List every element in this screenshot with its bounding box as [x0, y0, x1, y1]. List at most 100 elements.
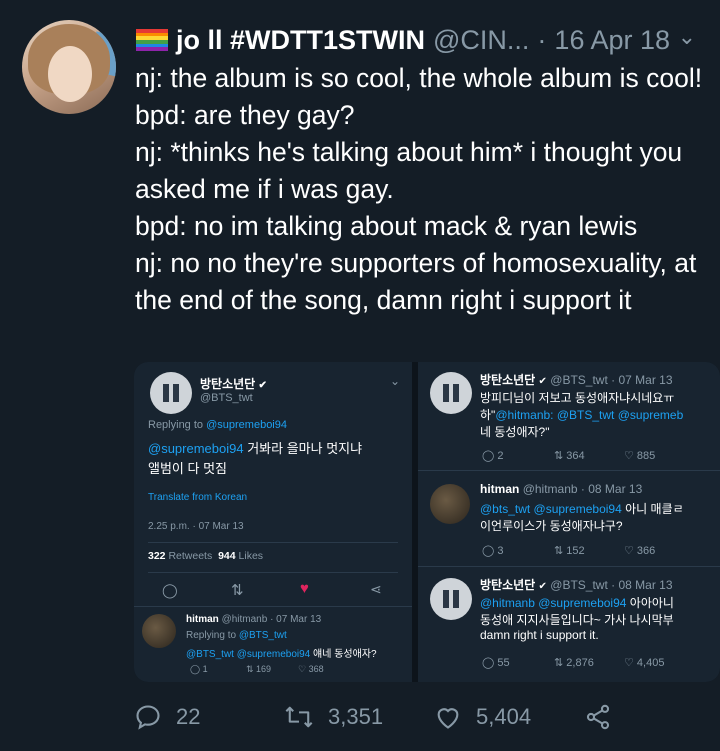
mention-link: @supremeboi94: [148, 441, 244, 456]
retweets-count: 322: [148, 550, 166, 562]
left-replying: Replying to @supremeboi94: [148, 419, 287, 431]
replying-prefix: Replying to: [148, 419, 204, 431]
tweet: jo ll #WDTT1STWIN @CIN... · 16 Apr 18 ⌄ …: [0, 0, 720, 751]
t2-header: hitman @hitmanb · 08 Mar 13: [480, 482, 642, 496]
reply-count: 1: [202, 664, 208, 674]
likes-label: Likes: [238, 550, 264, 562]
like-button[interactable]: 5,404: [434, 703, 584, 731]
left-timestamp: 2.25 p.m. · 07 Mar 13: [148, 521, 244, 532]
verified-badge-icon: ✔: [258, 380, 267, 391]
t3-retweets: ⇅ 2,876: [554, 657, 594, 669]
t1-likes: ♡ 885: [624, 450, 656, 462]
chevron-down-icon: ⌄: [389, 374, 400, 388]
divider: [418, 470, 720, 471]
t1-line2-prefix: 하": [480, 408, 496, 422]
t3-meta: @BTS_twt · 08 Mar 13: [550, 578, 673, 592]
retweet-count: 152: [566, 545, 585, 557]
t3-name: 방탄소년단: [480, 578, 536, 592]
divider: [148, 542, 398, 543]
body-line: nj: *thinks he's talking about him* i th…: [135, 137, 683, 204]
divider: [134, 606, 412, 607]
divider: [418, 566, 720, 567]
reply-count: 3: [497, 545, 504, 557]
t1-replies: ◯ 2: [482, 450, 504, 462]
retweet-count: 2,876: [566, 657, 594, 669]
left-tweet-name: 방탄소년단 ✔: [200, 375, 267, 392]
t1-line3: 네 동성애자?": [480, 425, 550, 439]
avatar-face: [48, 46, 92, 102]
bts-logo-icon: [430, 578, 472, 620]
t2-replies: ◯ 3: [482, 545, 504, 557]
like-count: 5,404: [476, 704, 532, 729]
t3-mentions: @hitmanb @supremeboi94: [480, 596, 627, 610]
heart-icon: [437, 708, 459, 729]
reply-mentions: @BTS_twt @supremeboi94: [186, 649, 311, 660]
reply-text-body: 얘네 동성애자?: [313, 649, 377, 660]
like-count: 366: [636, 545, 656, 557]
left-name-text: 방탄소년단: [200, 377, 256, 391]
body-line: bpd: no im talking about mack & ryan lew…: [135, 211, 638, 241]
retweet-count: 364: [566, 450, 585, 462]
hitman-avatar: [142, 614, 176, 648]
body-line: nj: the album is so cool, the whole albu…: [135, 63, 703, 93]
reply-count: 55: [497, 657, 510, 669]
t2-mentions: @bts_twt @supremeboi94: [480, 502, 622, 516]
reply-stats: ◯ 1 ⇅ 169 ♡ 368: [190, 664, 324, 675]
retweet-icon: ⇅: [231, 582, 244, 599]
translate-link: Translate from Korean: [148, 492, 248, 503]
reply-button[interactable]: 22: [134, 703, 284, 731]
tweet-date[interactable]: 16 Apr 18: [554, 25, 670, 56]
t1-mentions: @hitmanb: @BTS_twt @supremeb: [495, 408, 684, 422]
t1-meta: @BTS_twt · 07 Mar 13: [550, 373, 673, 387]
likes-count: 944: [218, 550, 236, 562]
t3-stats: ◯ 55 ⇅ 2,876 ♡ 4,405: [482, 656, 664, 669]
rainbow-flag-icon: [136, 29, 168, 52]
t3-line2: 동성애 지지사들입니다~ 가사 나시막부: [480, 613, 674, 627]
reply-handle: @hitmanb · 07 Mar 13: [221, 614, 322, 625]
t3-line1: @hitmanb @supremeboi94 아아아니: [480, 594, 674, 611]
t1-line2: 하"@hitmanb: @BTS_twt @supremeb: [480, 406, 683, 423]
bts-logo-icon: [150, 372, 192, 414]
media-image-left: 방탄소년단 ✔ @BTS_twt ⌄ Replying to @supremeb…: [134, 362, 412, 682]
t2-likes: ♡ 366: [624, 545, 656, 557]
like-count: 4,405: [636, 657, 665, 669]
t2-retweets: ⇅ 152: [554, 545, 585, 557]
author-name[interactable]: jo ll #WDTT1STWIN: [176, 25, 425, 56]
reply-count: 2: [497, 450, 504, 462]
chevron-down-icon[interactable]: ⌄: [678, 24, 696, 50]
like-count: 885: [636, 450, 656, 462]
t3-likes: ♡ 4,405: [624, 657, 665, 669]
tweet-actions: 22 3,351 5,404: [134, 695, 614, 739]
t1-retweets: ⇅ 364: [554, 450, 585, 462]
body-line: bpd: are they gay?: [135, 100, 355, 130]
replying-to-link: @BTS_twt: [238, 630, 287, 641]
media-image-right: 방탄소년단 ✔ @BTS_twt · 07 Mar 13 방피디님이 저보고 동…: [418, 362, 720, 682]
reply-header: hitman @hitmanb · 07 Mar 13: [186, 614, 321, 625]
t3-header: 방탄소년단 ✔ @BTS_twt · 08 Mar 13: [480, 576, 673, 593]
verified-badge-icon: ✔: [538, 581, 547, 592]
body-line: nj: no no they're supporters of homosexu…: [135, 248, 697, 315]
t2-meta: @hitmanb · 08 Mar 13: [522, 482, 643, 496]
author-handle[interactable]: @CIN...: [433, 25, 529, 56]
t2-stats: ◯ 3 ⇅ 152 ♡ 366: [482, 544, 655, 557]
t2-line2: 이언루이스가 동성애자냐구?: [480, 519, 623, 533]
heart-icon: ♥: [300, 580, 309, 597]
retweet-count: 3,351: [328, 704, 384, 729]
share-icon: [586, 704, 610, 730]
retweet-icon: [285, 706, 313, 728]
tweet-header: jo ll #WDTT1STWIN @CIN... · 16 Apr 18 ⌄: [136, 22, 702, 58]
bts-logo-icon: [430, 372, 472, 414]
share-button[interactable]: [584, 703, 612, 731]
reply-icon: [136, 705, 160, 730]
reply-stat-replies: ◯ 1: [190, 664, 208, 674]
retweet-button[interactable]: 3,351: [284, 703, 434, 731]
left-tweet-handle: @BTS_twt: [200, 392, 253, 404]
left-text-1: 거봐라 을마나 멋지냐: [247, 441, 363, 456]
tweet-body: nj: the album is so cool, the whole albu…: [135, 60, 710, 319]
avatar[interactable]: [22, 20, 116, 114]
left-tweet-text-line1: @supremeboi94 거봐라 을마나 멋지냐: [148, 438, 362, 457]
t3-line3: damn right i support it.: [480, 628, 599, 642]
t1-header: 방탄소년단 ✔ @BTS_twt · 07 Mar 13: [480, 371, 673, 388]
like-count: 368: [308, 664, 324, 674]
attached-media[interactable]: 방탄소년단 ✔ @BTS_twt ⌄ Replying to @supremeb…: [134, 362, 720, 682]
